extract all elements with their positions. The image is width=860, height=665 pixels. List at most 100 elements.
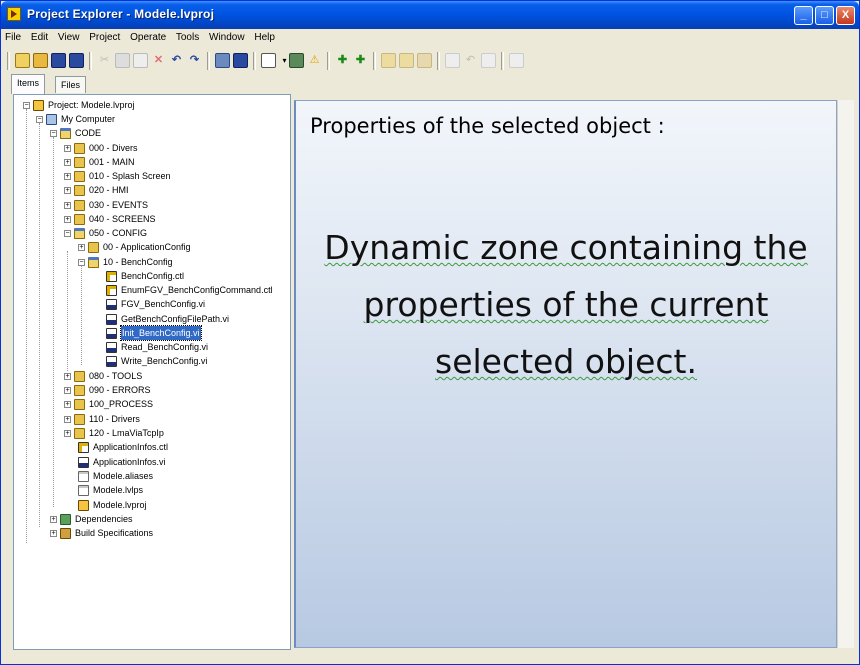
copy-icon[interactable]	[115, 53, 130, 68]
tree-item-file[interactable]: EnumFGV_BenchConfigCommand.ctl	[106, 283, 273, 297]
collapse-icon[interactable]: −	[23, 101, 30, 109]
tab-items[interactable]: Items	[11, 74, 46, 94]
expand-icon[interactable]: +	[78, 243, 85, 251]
maximize-button[interactable]: □	[815, 6, 834, 25]
tree-item-folder[interactable]: +00 - ApplicationConfig	[78, 240, 191, 254]
folder-icon	[74, 199, 85, 211]
tree-item-folder[interactable]: +001 - MAIN	[64, 155, 135, 169]
tree-item-folder[interactable]: +090 - ERRORS	[64, 383, 151, 397]
expand-icon[interactable]: +	[64, 172, 71, 180]
close-button[interactable]: X	[836, 6, 855, 25]
tree-item-file[interactable]: Write_BenchConfig.vi	[106, 354, 207, 368]
expand-icon[interactable]: +	[64, 400, 71, 408]
expand-icon[interactable]: +	[64, 372, 71, 380]
build-icon	[60, 527, 71, 539]
menu-operate[interactable]: Operate	[130, 32, 166, 43]
tree-item-folder[interactable]: +110 - Drivers	[64, 412, 140, 426]
hierarchy-icon[interactable]	[481, 53, 496, 68]
tree-item-label: 001 - MAIN	[89, 157, 135, 167]
menu-window[interactable]: Window	[209, 32, 245, 43]
toolbar-separator	[89, 52, 92, 70]
expand-icon[interactable]: +	[64, 186, 71, 194]
expand-icon[interactable]: +	[64, 215, 71, 223]
tree-item-label: 080 - TOOLS	[89, 371, 143, 381]
expand-icon[interactable]: +	[64, 158, 71, 166]
tree-item-folder[interactable]: +010 - Splash Screen	[64, 169, 171, 183]
collapse-icon[interactable]: −	[50, 129, 57, 137]
find-next-icon[interactable]	[399, 53, 414, 68]
tree-item-folder[interactable]: +000 - Divers	[64, 141, 138, 155]
tree-item-dependencies[interactable]: + Dependencies	[50, 512, 133, 526]
tree-item-code[interactable]: − CODE	[50, 126, 101, 140]
paste-icon[interactable]	[133, 53, 148, 68]
tree-item-file[interactable]: ApplicationInfos.vi	[78, 455, 166, 469]
expand-icon[interactable]: +	[64, 386, 71, 394]
tree-item-file-selected[interactable]: Init_BenchConfig.vi	[106, 325, 202, 341]
expand-icon[interactable]: +	[64, 144, 71, 152]
tree-item-file[interactable]: FGV_BenchConfig.vi	[106, 297, 205, 311]
menu-tools[interactable]: Tools	[176, 32, 199, 43]
collapse-icon[interactable]: −	[78, 258, 85, 266]
minimize-button[interactable]: _	[794, 6, 813, 25]
tree-item-folder[interactable]: − 050 - CONFIG	[64, 226, 147, 240]
expand-icon[interactable]: +	[64, 201, 71, 209]
properties-icon[interactable]	[289, 53, 304, 68]
file-icon	[78, 470, 89, 482]
project-tree[interactable]: − Project: Modele.lvproj − My Computer − CO…	[13, 94, 291, 650]
deploy-icon[interactable]	[233, 53, 248, 68]
expand-icon[interactable]: +	[64, 415, 71, 423]
revert-icon[interactable]: ↶	[463, 53, 478, 68]
cut-icon[interactable]: ✂	[97, 53, 112, 68]
save-all-icon[interactable]	[69, 53, 84, 68]
tree-item-file[interactable]: BenchConfig.ctl	[106, 269, 184, 283]
tree-item-file[interactable]: ApplicationInfos.ctl	[78, 440, 168, 454]
tree-item-file[interactable]: Modele.lvproj	[78, 498, 147, 512]
expand-icon[interactable]: +	[50, 515, 57, 523]
tree-item-folder[interactable]: +100_PROCESS	[64, 397, 153, 411]
tree-item-folder[interactable]: +020 - HMI	[64, 183, 129, 197]
new-icon[interactable]	[15, 53, 30, 68]
warning-icon[interactable]: ⚠	[307, 53, 322, 68]
undo-icon[interactable]: ↶	[169, 53, 184, 68]
menu-help[interactable]: Help	[254, 32, 275, 43]
tree-item-build-specifications[interactable]: + Build Specifications	[50, 526, 153, 540]
tree-item-folder[interactable]: − 10 - BenchConfig	[78, 255, 173, 269]
replace-icon[interactable]	[417, 53, 432, 68]
expand-icon[interactable]: +	[64, 429, 71, 437]
find-icon[interactable]	[381, 53, 396, 68]
toolbar-grip[interactable]	[7, 52, 10, 70]
build-icon[interactable]	[215, 53, 230, 68]
redo-icon[interactable]: ↷	[187, 53, 202, 68]
menu-view[interactable]: View	[58, 32, 80, 43]
view-icon[interactable]	[261, 53, 276, 68]
add-item-icon[interactable]: ✚	[335, 53, 350, 68]
tree-item-file[interactable]: GetBenchConfigFilePath.vi	[106, 312, 229, 326]
tree-item-file[interactable]: Read_BenchConfig.vi	[106, 340, 208, 354]
tree-item-label: FGV_BenchConfig.vi	[121, 299, 206, 309]
folder-icon	[74, 213, 85, 225]
tree-item-file[interactable]: Modele.lvlps	[78, 483, 143, 497]
title-bar[interactable]: Project Explorer - Modele.lvproj _ □ X	[1, 1, 859, 29]
menu-edit[interactable]: Edit	[31, 32, 48, 43]
tree-item-folder[interactable]: +080 - TOOLS	[64, 369, 142, 383]
collapse-icon[interactable]: −	[64, 229, 71, 237]
menu-file[interactable]: File	[5, 32, 21, 43]
vi-icon	[106, 341, 117, 353]
tree-item-folder[interactable]: +120 - LmaViaTcpIp	[64, 426, 164, 440]
delete-icon[interactable]: ✕	[151, 53, 166, 68]
expand-icon[interactable]: +	[50, 529, 57, 537]
collapse-icon[interactable]: −	[36, 115, 43, 123]
tree-item-file[interactable]: Modele.aliases	[78, 469, 153, 483]
tree-item-folder[interactable]: +030 - EVENTS	[64, 198, 148, 212]
add-folder-icon[interactable]: ✚	[353, 53, 368, 68]
vertical-scrollbar[interactable]	[837, 100, 854, 648]
tab-files[interactable]: Files	[55, 76, 87, 93]
help-icon[interactable]	[509, 53, 524, 68]
tree-item-project[interactable]: − Project: Modele.lvproj	[23, 98, 135, 112]
page-icon[interactable]	[445, 53, 460, 68]
tree-item-folder[interactable]: +040 - SCREENS	[64, 212, 156, 226]
save-icon[interactable]	[51, 53, 66, 68]
menu-project[interactable]: Project	[89, 32, 120, 43]
open-icon[interactable]	[33, 53, 48, 68]
tree-item-my-computer[interactable]: − My Computer	[36, 112, 115, 126]
